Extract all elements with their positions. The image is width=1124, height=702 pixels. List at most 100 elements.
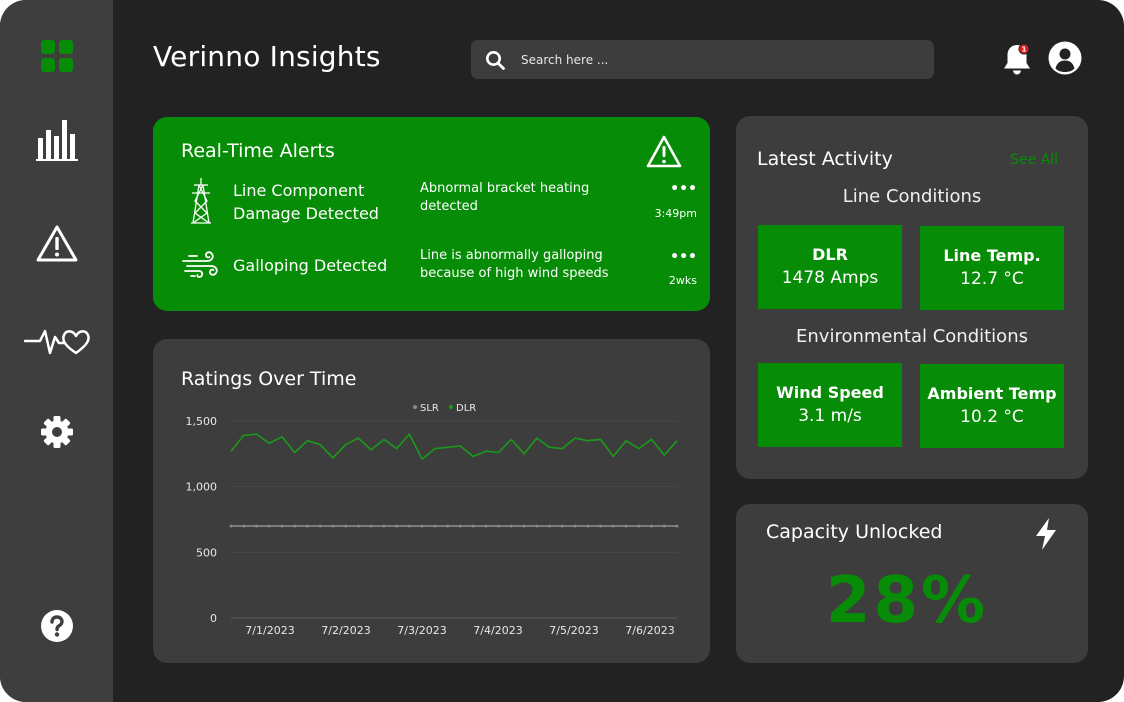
- alert-time: 2wks: [668, 274, 697, 287]
- x-tick-label: 7/6/2023: [625, 624, 674, 637]
- data-point: [344, 524, 348, 528]
- legend-label: DLR: [456, 403, 476, 414]
- alert-name: Line Component Damage Detected: [233, 181, 379, 223]
- alert-name: Galloping Detected: [233, 256, 388, 275]
- legend-label: SLR: [420, 403, 439, 414]
- activity-title: Latest Activity: [757, 148, 893, 170]
- wind-speed-tile: Wind Speed 3.1 m/s: [758, 363, 902, 447]
- tile-value: 1478 Amps: [781, 267, 879, 288]
- alert-more-button[interactable]: •••: [670, 182, 697, 196]
- data-point: [280, 524, 284, 528]
- notifications-button[interactable]: 1: [1001, 42, 1033, 76]
- data-point: [675, 524, 679, 528]
- help-icon: [40, 610, 73, 642]
- data-point: [573, 524, 577, 528]
- data-point: [599, 524, 602, 528]
- search-icon: [486, 50, 505, 70]
- data-point: [458, 524, 462, 528]
- capacity-unlocked-card: Capacity Unlocked 28%: [736, 504, 1088, 663]
- alerts-title: Real-Time Alerts: [181, 140, 335, 162]
- warning-icon: [36, 225, 77, 262]
- x-tick-label: 7/5/2023: [549, 624, 598, 637]
- data-point: [509, 524, 513, 528]
- data-point: [471, 524, 475, 528]
- tile-value: 10.2 °C: [960, 406, 1024, 427]
- data-point: [433, 524, 437, 528]
- tile-label: Ambient Temp: [927, 383, 1057, 403]
- data-point: [293, 524, 297, 528]
- legend-marker: [449, 405, 453, 409]
- gear-icon: [40, 416, 73, 448]
- alert-description: Line is abnormally galloping because of …: [420, 248, 609, 281]
- data-point: [497, 524, 500, 528]
- wind-icon: [182, 251, 218, 278]
- data-point: [420, 524, 424, 528]
- sidebar-item-settings[interactable]: [0, 402, 113, 462]
- ambient-temp-tile: Ambient Temp 10.2 °C: [920, 364, 1064, 448]
- app-window: Verinno Insights 1 Real-Time Alerts: [0, 0, 1124, 702]
- tile-label: Wind Speed: [776, 382, 884, 402]
- real-time-alerts-card: Real-Time Alerts Line Component Damage D…: [153, 117, 710, 311]
- data-point: [637, 524, 641, 528]
- sidebar-item-help[interactable]: [0, 596, 113, 656]
- user-profile-button[interactable]: [1048, 41, 1082, 75]
- capacity-title: Capacity Unlocked: [766, 521, 943, 543]
- data-point: [357, 524, 360, 528]
- search-input[interactable]: [521, 52, 901, 67]
- tile-value: 3.1 m/s: [798, 405, 862, 426]
- data-point: [408, 524, 411, 528]
- lightning-bolt-icon: [1036, 518, 1056, 550]
- data-point: [586, 524, 590, 528]
- bell-icon: 1: [1004, 43, 1030, 75]
- heart-pulse-icon: [23, 329, 90, 355]
- capacity-value: 28%: [825, 564, 989, 638]
- sidebar-item-alerts[interactable]: [0, 213, 113, 273]
- data-point: [624, 524, 628, 528]
- x-tick-label: 7/3/2023: [397, 624, 446, 637]
- data-point: [662, 524, 666, 528]
- data-point: [306, 524, 309, 528]
- tile-value: 12.7 °C: [960, 268, 1024, 289]
- dlr-tile: DLR 1478 Amps: [758, 225, 902, 309]
- data-point: [331, 524, 335, 528]
- environmental-conditions-label: Environmental Conditions: [796, 326, 1028, 347]
- data-point: [560, 524, 564, 528]
- transmission-tower-icon: [191, 178, 211, 224]
- data-point: [395, 524, 399, 528]
- x-tick-label: 7/4/2023: [473, 624, 522, 637]
- line-temp-tile: Line Temp. 12.7 °C: [920, 226, 1064, 310]
- data-point: [242, 524, 246, 528]
- y-tick-label: 0: [210, 612, 217, 625]
- data-point: [267, 524, 271, 528]
- y-tick-label: 1,000: [186, 481, 218, 494]
- ratings-chart: 0 500 1,000 1,500 7/1/2023 7/2/2023 7/3/2023 7/…: [186, 403, 679, 637]
- user-avatar-icon: [1048, 41, 1082, 75]
- sidebar-item-health[interactable]: [0, 310, 113, 370]
- tile-label: Line Temp.: [943, 245, 1041, 265]
- data-point: [484, 524, 488, 528]
- search-bar[interactable]: [471, 40, 934, 79]
- warning-icon: [646, 135, 682, 168]
- alert-time: 3:49pm: [654, 207, 697, 220]
- sidebar-item-dashboard[interactable]: [0, 26, 113, 86]
- alert-description: Abnormal bracket heating detected: [420, 181, 590, 214]
- alert-more-button[interactable]: •••: [670, 250, 697, 264]
- tile-label: DLR: [812, 244, 848, 264]
- dashboard-icon: [40, 40, 73, 72]
- sidebar-item-analytics[interactable]: [0, 110, 113, 170]
- x-tick-label: 7/1/2023: [245, 624, 294, 637]
- y-tick-label: 1,500: [186, 415, 218, 428]
- series-line-dlr: [230, 433, 678, 460]
- data-point: [382, 524, 386, 528]
- see-all-link[interactable]: See All: [1010, 152, 1058, 168]
- sidebar: [0, 0, 113, 702]
- app-title: Verinno Insights: [153, 40, 381, 73]
- data-point: [650, 524, 653, 528]
- data-point: [369, 524, 373, 528]
- legend-marker: [413, 405, 417, 409]
- latest-activity-card: Latest Activity See All Line Conditions …: [736, 116, 1088, 479]
- data-point: [522, 524, 526, 528]
- data-point: [229, 524, 233, 528]
- data-point: [446, 524, 450, 528]
- data-point: [255, 524, 258, 528]
